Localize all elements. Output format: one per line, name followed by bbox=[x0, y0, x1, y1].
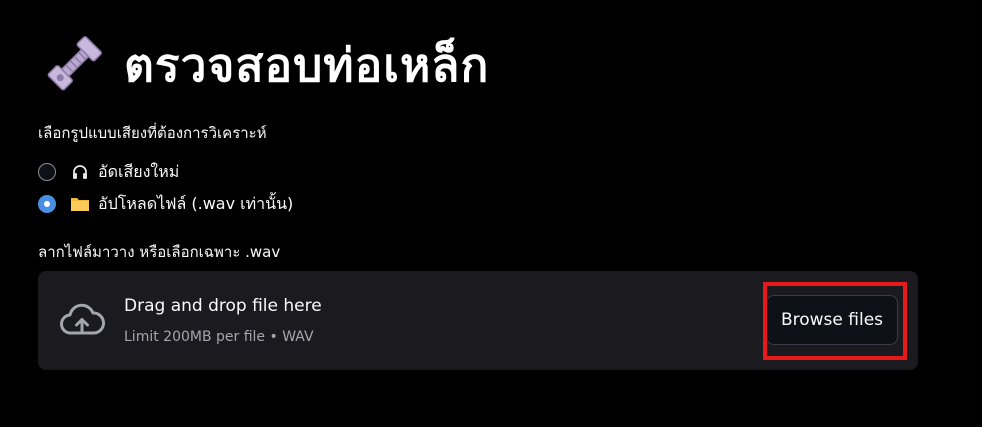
radio-label-record: อัดเสียงใหม่ bbox=[98, 161, 180, 181]
cloud-upload-icon bbox=[58, 301, 106, 341]
radio-option-record[interactable]: อัดเสียงใหม่ bbox=[38, 156, 293, 188]
app-page: ตรวจสอบท่อเหล็ก เลือกรูปแบบเสียงที่ต้องก… bbox=[0, 0, 982, 427]
file-dropzone[interactable]: Drag and drop file here Limit 200MB per … bbox=[38, 271, 918, 370]
mode-select-label: เลือกรูปแบบเสียงที่ต้องการวิเคราะห์ bbox=[38, 124, 267, 142]
dropzone-title: Drag and drop file here bbox=[124, 296, 322, 316]
radio-option-upload[interactable]: อัปโหลดไฟล์ (.wav เท่านั้น) bbox=[38, 188, 293, 220]
page-title: ตรวจสอบท่อเหล็ก bbox=[124, 37, 490, 92]
dropzone-limit-text: Limit 200MB per file • WAV bbox=[124, 329, 314, 345]
browse-files-button[interactable]: Browse files bbox=[766, 295, 898, 345]
mode-radio-group: อัดเสียงใหม่ อัปโหลดไฟล์ (.wav เท่านั้น) bbox=[38, 156, 293, 220]
folder-icon bbox=[70, 194, 90, 214]
radio-button-record[interactable] bbox=[38, 163, 56, 181]
uploader-label: ลากไฟล์มาวาง หรือเลือกเฉพาะ .wav bbox=[38, 243, 281, 261]
nut-and-bolt-icon bbox=[40, 32, 106, 98]
radio-button-upload[interactable] bbox=[38, 195, 56, 213]
page-header: ตรวจสอบท่อเหล็ก bbox=[40, 30, 489, 100]
radio-label-upload: อัปโหลดไฟล์ (.wav เท่านั้น) bbox=[98, 193, 294, 213]
headphone-icon bbox=[70, 162, 90, 182]
